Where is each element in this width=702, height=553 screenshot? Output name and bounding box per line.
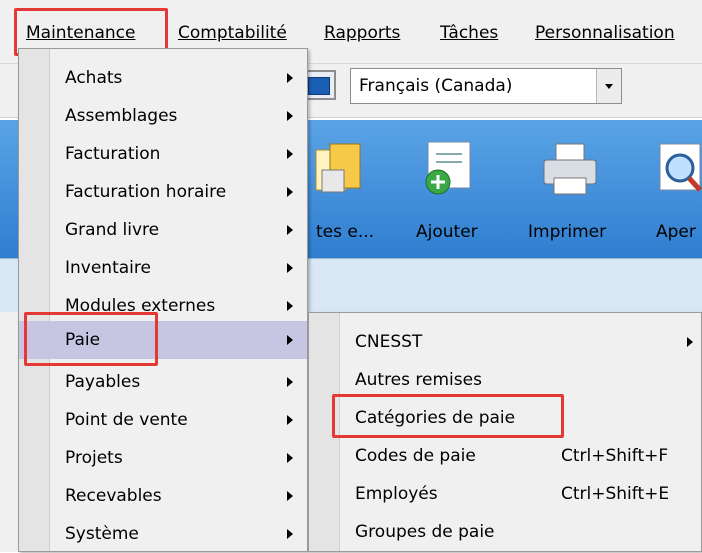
submenu-arrow-icon xyxy=(287,377,293,387)
menu-item-point-de-vente[interactable]: Point de vente xyxy=(19,401,307,439)
submenu-arrow-icon xyxy=(287,415,293,425)
menu-item-facturation-horaire[interactable]: Facturation horaire xyxy=(19,173,307,211)
submenu-arrow-icon xyxy=(687,337,693,347)
menu-personnalisation[interactable]: Personnalisation xyxy=(535,20,675,46)
menu-item-systeme[interactable]: Système xyxy=(19,515,307,553)
menu-item-inventaire[interactable]: Inventaire xyxy=(19,249,307,287)
menu-item-label: Point de vente xyxy=(65,410,188,430)
submenu-item-label: Groupes de paie xyxy=(355,522,495,542)
menu-rapports[interactable]: Rapports xyxy=(324,20,400,46)
notes-icon[interactable] xyxy=(312,140,364,202)
ribbon-label-notes[interactable]: tes e... xyxy=(316,222,374,242)
menu-item-label: Facturation xyxy=(65,144,161,164)
submenu-item-label: Codes de paie xyxy=(355,446,476,466)
menu-item-label: Système xyxy=(65,524,139,544)
ribbon-label-apercu[interactable]: Aper xyxy=(656,222,696,242)
highlight-categories-de-paie xyxy=(332,394,564,438)
add-icon[interactable] xyxy=(420,138,476,200)
shortcut-text: Ctrl+Shift+F xyxy=(561,446,669,466)
submenu-arrow-icon xyxy=(287,187,293,197)
submenu-arrow-icon xyxy=(287,529,293,539)
menu-item-label: Recevables xyxy=(65,486,162,506)
menu-item-payables[interactable]: Payables xyxy=(19,363,307,401)
menu-item-assemblages[interactable]: Assemblages xyxy=(19,97,307,135)
submenu-arrow-icon xyxy=(287,73,293,83)
submenu-item-cnesst[interactable]: CNESST xyxy=(309,323,701,361)
menu-item-achats[interactable]: Achats xyxy=(19,59,307,97)
submenu-item-label: Employés xyxy=(355,484,438,504)
submenu-arrow-icon xyxy=(287,301,293,311)
menu-item-label: Payables xyxy=(65,372,141,392)
menu-item-label: Inventaire xyxy=(65,258,151,278)
submenu-item-employes[interactable]: Employés Ctrl+Shift+E xyxy=(309,475,701,513)
menu-item-facturation[interactable]: Facturation xyxy=(19,135,307,173)
submenu-item-groupes-de-paie[interactable]: Groupes de paie xyxy=(309,513,701,551)
menu-item-label: Projets xyxy=(65,448,123,468)
menu-item-label: Grand livre xyxy=(65,220,160,240)
submenu-arrow-icon xyxy=(287,111,293,121)
submenu-arrow-icon xyxy=(287,453,293,463)
submenu-arrow-icon xyxy=(287,263,293,273)
submenu-arrow-icon xyxy=(287,335,293,345)
menu-comptabilite[interactable]: Comptabilité xyxy=(178,20,287,46)
submenu-arrow-icon xyxy=(287,225,293,235)
highlight-paie xyxy=(24,312,158,366)
ribbon-label-ajouter[interactable]: Ajouter xyxy=(416,222,478,242)
printer-icon[interactable] xyxy=(540,140,600,200)
menu-taches[interactable]: Tâches xyxy=(440,20,498,46)
submenu-item-codes-de-paie[interactable]: Codes de paie Ctrl+Shift+F xyxy=(309,437,701,475)
dropdown-arrow-icon[interactable] xyxy=(596,69,621,103)
preview-icon[interactable] xyxy=(656,140,702,200)
language-select[interactable]: Français (Canada) xyxy=(350,68,622,104)
language-value: Français (Canada) xyxy=(359,76,513,96)
menu-item-projets[interactable]: Projets xyxy=(19,439,307,477)
menu-item-label: Facturation horaire xyxy=(65,182,227,202)
shortcut-text: Ctrl+Shift+E xyxy=(561,484,670,504)
menu-item-recevables[interactable]: Recevables xyxy=(19,477,307,515)
menu-item-grand-livre[interactable]: Grand livre xyxy=(19,211,307,249)
menu-item-label: Achats xyxy=(65,68,123,88)
ribbon-label-imprimer[interactable]: Imprimer xyxy=(528,222,606,242)
submenu-arrow-icon xyxy=(287,149,293,159)
submenu-item-label: CNESST xyxy=(355,332,423,352)
background-window xyxy=(0,312,18,552)
menu-item-label: Assemblages xyxy=(65,106,178,126)
maintenance-menu: Achats Assemblages Facturation Facturati… xyxy=(18,48,308,552)
submenu-arrow-icon xyxy=(287,491,293,501)
